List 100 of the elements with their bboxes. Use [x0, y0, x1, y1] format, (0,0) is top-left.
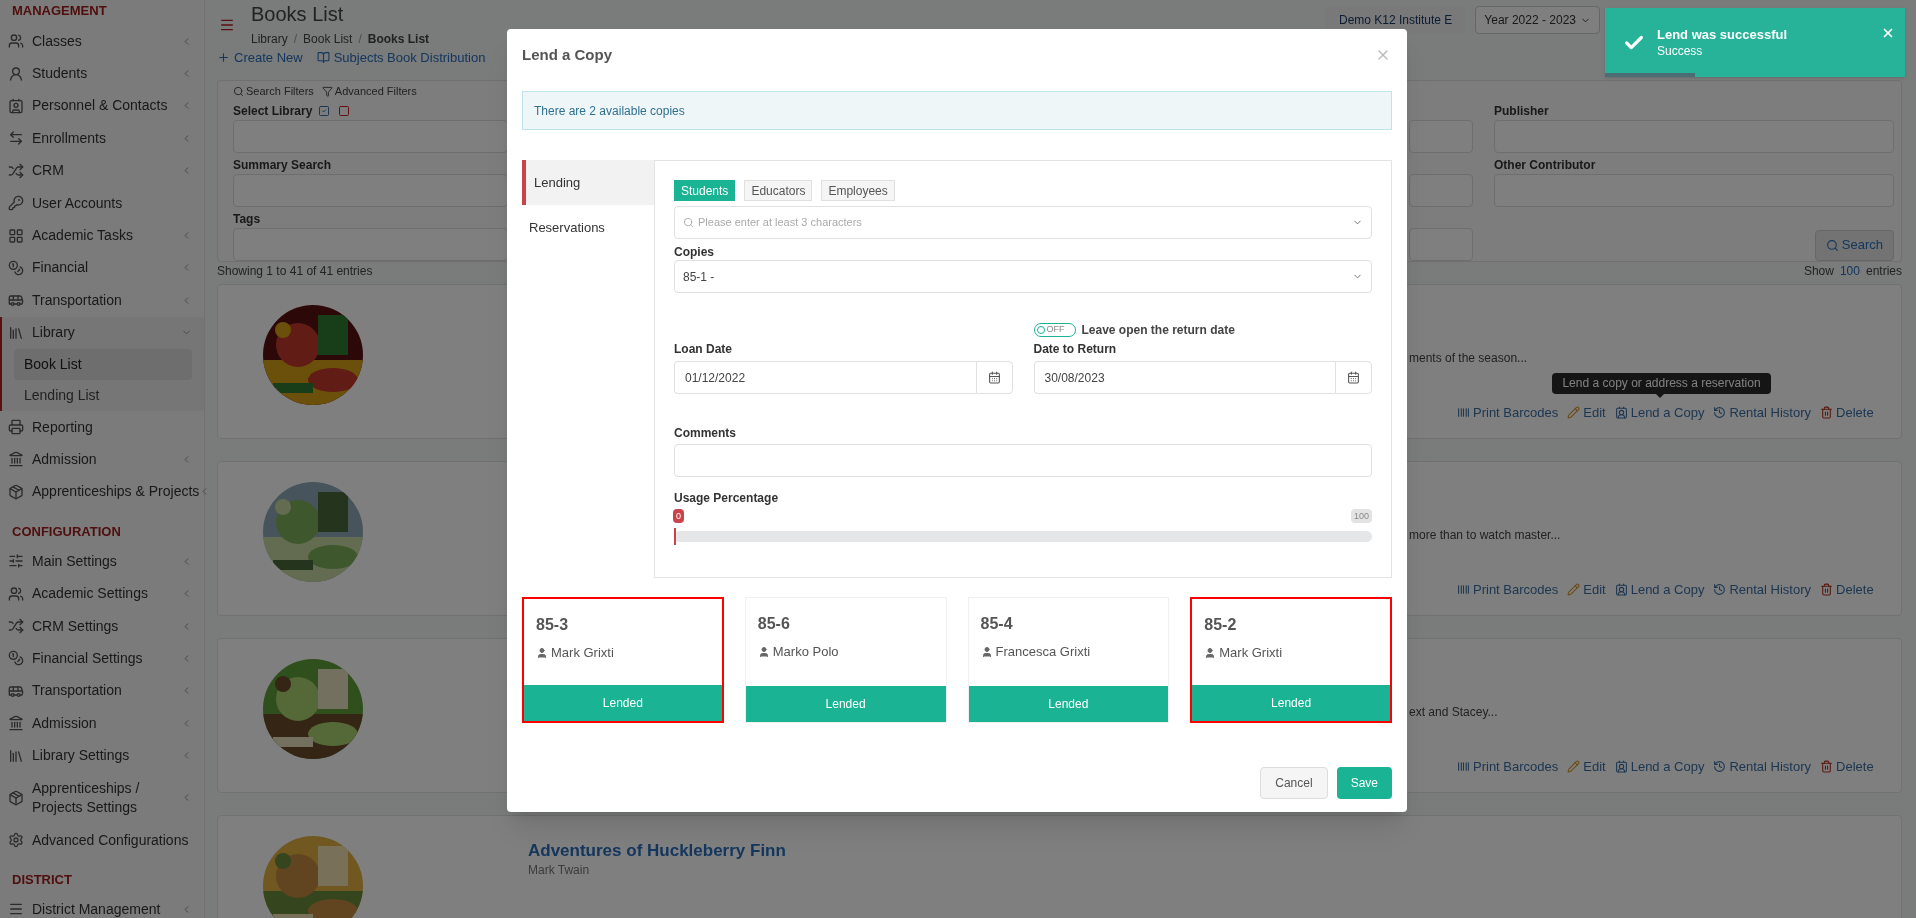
- trash-icon: [1820, 582, 1834, 596]
- sidebar-item[interactable]: Financial Settings: [2, 642, 204, 675]
- sidebar-item[interactable]: Transportation: [2, 284, 204, 317]
- segment-button[interactable]: Employees: [821, 180, 895, 201]
- input-field[interactable]: [233, 173, 508, 207]
- arrows-icon: [8, 130, 24, 147]
- action-link[interactable]: Print Barcodes: [1457, 402, 1559, 422]
- value-badge: 0: [673, 509, 684, 523]
- trash-icon: [1820, 759, 1834, 773]
- calendar-button[interactable]: [975, 361, 1013, 394]
- sidebar-item[interactable]: Main Settings: [2, 545, 204, 578]
- borrower-name: Mark Grixti: [1219, 644, 1283, 662]
- filter-tab[interactable]: Advanced Filters: [321, 84, 417, 99]
- sidebar-subitem[interactable]: Lending List: [14, 379, 192, 411]
- status-bar: Lended: [968, 686, 1169, 722]
- menu-icon[interactable]: [219, 17, 235, 33]
- action-link[interactable]: Rental History: [1713, 402, 1812, 422]
- history-icon: [1713, 405, 1727, 419]
- borrower-name: Francesca Grixti: [995, 643, 1091, 661]
- calendar-button[interactable]: [1335, 361, 1372, 394]
- save-button[interactable]: Save: [1336, 767, 1392, 799]
- sidebar-item[interactable]: Admission: [2, 707, 204, 740]
- box-icon: [8, 483, 24, 500]
- barcode-icon: [1457, 759, 1470, 773]
- sidebar-item[interactable]: Reporting: [2, 410, 204, 444]
- sidebar-subitem[interactable]: Book List: [14, 348, 192, 380]
- search-icon: [233, 86, 244, 97]
- coins-icon: [8, 259, 24, 276]
- sidebar-item[interactable]: Library Settings: [2, 739, 204, 772]
- page-size-select[interactable]: 100: [1839, 261, 1860, 280]
- sidebar-item[interactable]: Personnel & Contacts: [2, 89, 204, 123]
- sidebar-item[interactable]: Advanced Configurations: [2, 823, 204, 857]
- action-link[interactable]: Lend a Copy: [1614, 756, 1705, 776]
- action-link[interactable]: Lend a Copy: [1614, 402, 1705, 422]
- action-link[interactable]: Print Barcodes: [1457, 579, 1559, 599]
- action-link[interactable]: Rental History: [1713, 579, 1812, 599]
- sidebar-item[interactable]: Academic Tasks: [2, 219, 204, 252]
- action-link[interactable]: Edit: [1567, 579, 1606, 599]
- date-field[interactable]: 01/12/2022: [674, 361, 976, 394]
- sidebar-item[interactable]: User Accounts: [2, 186, 204, 220]
- status-bar: Lended: [1192, 685, 1390, 721]
- breadcrumb-separator: /: [358, 31, 362, 48]
- side-tab[interactable]: Lending: [522, 160, 654, 205]
- person-icon: [980, 645, 993, 658]
- segment-button[interactable]: Students: [674, 180, 736, 201]
- side-tab[interactable]: Reservations: [522, 205, 654, 250]
- filter-tab[interactable]: Search Filters: [233, 84, 314, 99]
- action-link[interactable]: Edit: [1567, 756, 1606, 776]
- action-link[interactable]: Lend a Copy: [1614, 579, 1705, 599]
- borrower-name: Marko Polo: [772, 643, 839, 661]
- action-link[interactable]: Delete: [1820, 579, 1874, 599]
- checkbox-icon[interactable]: [318, 105, 331, 117]
- history-icon: [1713, 582, 1727, 596]
- sidebar-item[interactable]: Classes: [2, 25, 204, 58]
- sidebar-item[interactable]: Admission: [2, 443, 204, 476]
- sidebar-item[interactable]: CRM: [2, 154, 204, 187]
- book-author: Mark Twain: [528, 861, 591, 878]
- input-field[interactable]: [233, 119, 508, 153]
- sidebar-item[interactable]: Library: [2, 316, 204, 349]
- sidebar-item[interactable]: CRM Settings: [2, 609, 204, 643]
- toolbar-button[interactable]: Subjects Book Distribution: [316, 48, 486, 68]
- box-icon: [8, 789, 24, 806]
- status-bar: Lended: [524, 685, 722, 721]
- book-title[interactable]: Adventures of Huckleberry Finn: [528, 839, 1409, 862]
- copies-select[interactable]: 85-1 -: [674, 260, 1372, 293]
- toast-message: Success: [1657, 43, 1704, 59]
- sidebar-item[interactable]: Transportation: [2, 674, 204, 708]
- sidebar-item[interactable]: Financial: [2, 251, 204, 285]
- year-dropdown[interactable]: Year 2022 - 2023: [1475, 6, 1600, 34]
- action-link[interactable]: Edit: [1567, 402, 1606, 422]
- search-button[interactable]: Search: [1814, 229, 1894, 261]
- bus-icon: [8, 292, 24, 309]
- person-icon: [536, 646, 548, 659]
- action-link[interactable]: Delete: [1820, 402, 1874, 422]
- cancel-button[interactable]: Cancel: [1260, 767, 1328, 799]
- people-icon: [8, 33, 24, 50]
- contact-icon: [1614, 405, 1628, 419]
- checkbox-icon[interactable]: [338, 105, 351, 117]
- sidebar-item[interactable]: District Management: [2, 893, 204, 918]
- person-select[interactable]: Please enter at least 3 characters: [674, 206, 1372, 239]
- breadcrumb-item[interactable]: Book List: [303, 30, 353, 48]
- action-link[interactable]: Print Barcodes: [1457, 756, 1559, 776]
- shuffle-icon: [8, 618, 24, 635]
- action-link[interactable]: Delete: [1820, 756, 1874, 776]
- sidebar-item[interactable]: Apprenticeships & Projects: [2, 475, 204, 509]
- action-link[interactable]: Rental History: [1713, 756, 1812, 776]
- date-field[interactable]: 30/08/2023: [1033, 361, 1335, 394]
- field-label: Select Library: [233, 103, 313, 120]
- sidebar-item[interactable]: Students: [2, 57, 204, 90]
- input-field[interactable]: [233, 227, 508, 261]
- close-icon[interactable]: [1881, 26, 1895, 40]
- segment-button[interactable]: Educators: [744, 180, 813, 201]
- toolbar-button[interactable]: Create New: [217, 48, 303, 68]
- comments-field[interactable]: [674, 444, 1372, 477]
- breadcrumb-item[interactable]: Library: [251, 30, 288, 48]
- sidebar-item[interactable]: Academic Settings: [2, 577, 204, 610]
- sidebar-item[interactable]: Apprenticeships / Projects Settings: [2, 771, 204, 824]
- pencil-icon: [1567, 582, 1581, 596]
- sidebar-item[interactable]: Enrollments: [2, 122, 204, 155]
- history-icon: [1713, 759, 1727, 773]
